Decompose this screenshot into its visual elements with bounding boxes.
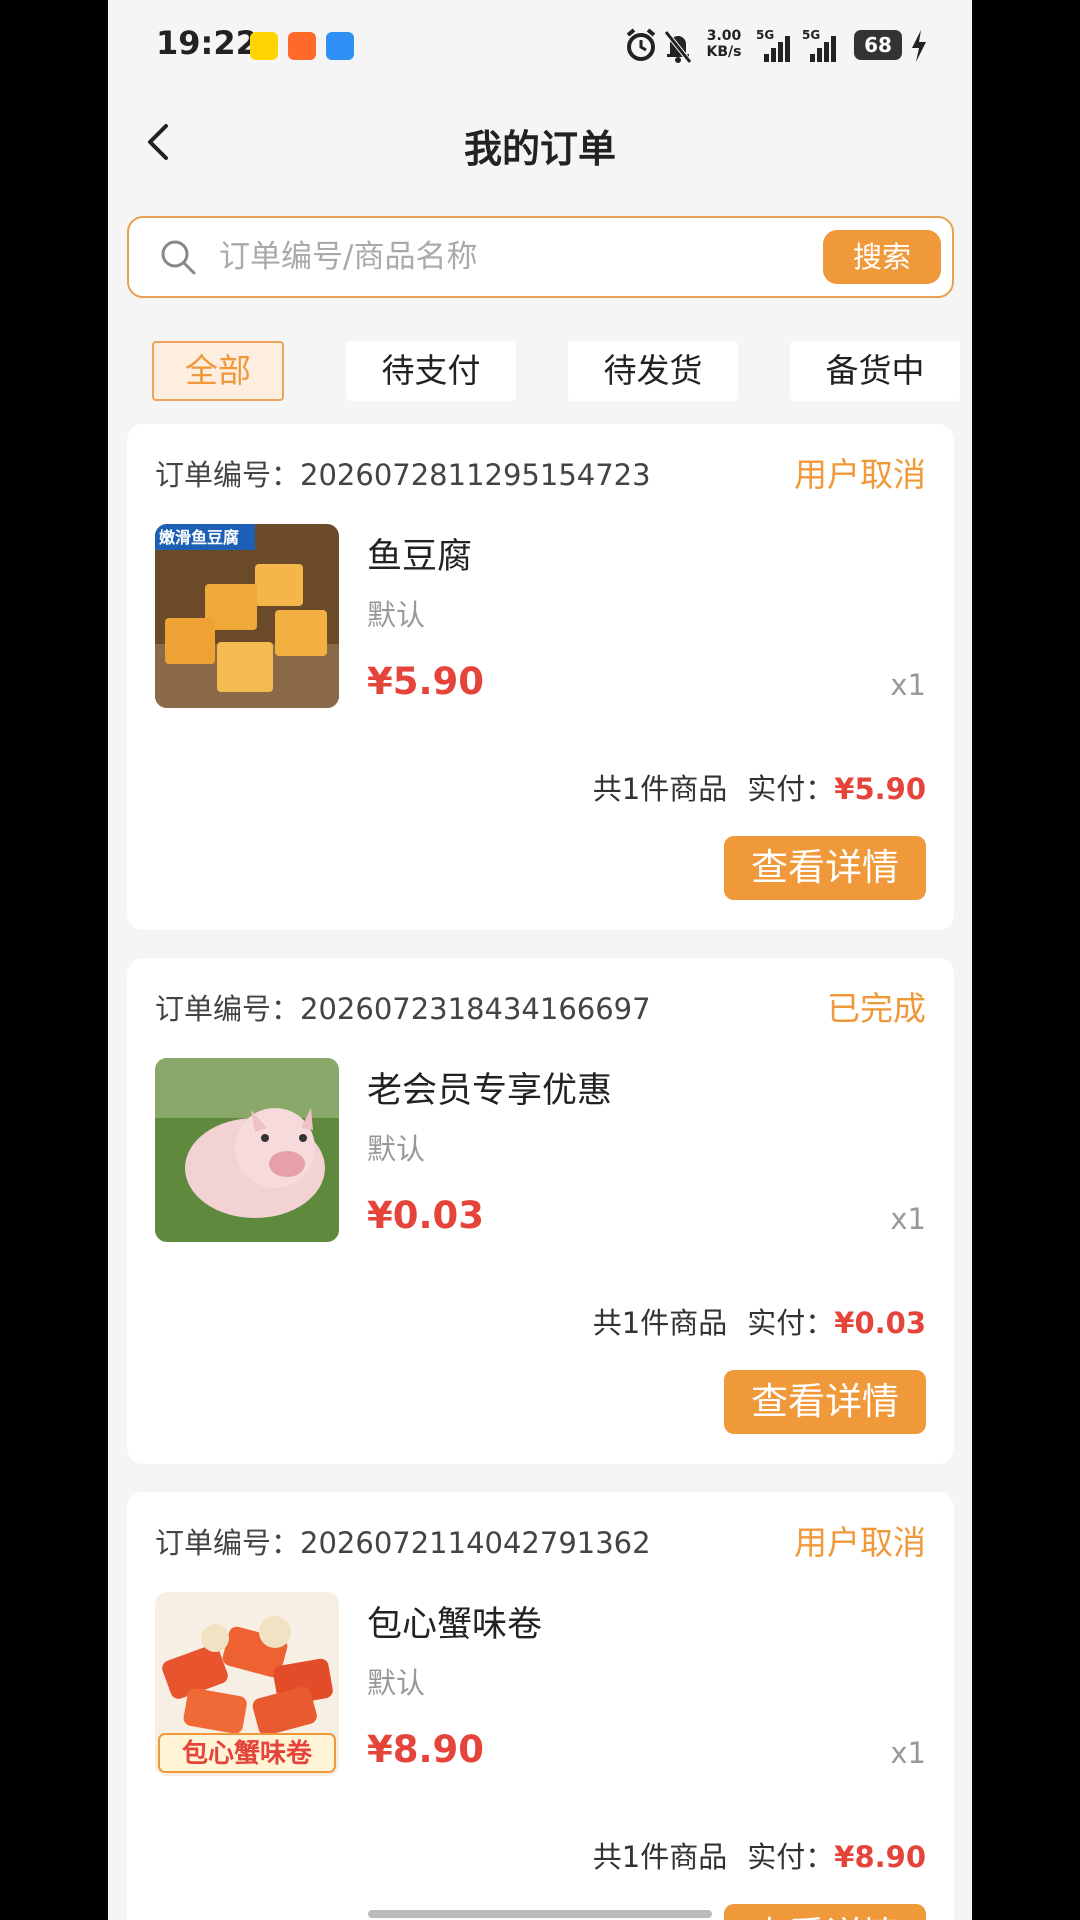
usb-icon bbox=[326, 32, 354, 60]
signal-icon bbox=[810, 36, 836, 62]
product-image bbox=[155, 1058, 339, 1242]
nav-bar: 我的订单 bbox=[108, 92, 972, 192]
order-number-label: 订单编号： bbox=[155, 992, 301, 1026]
page-title: 我的订单 bbox=[463, 127, 616, 171]
product-spec: 默认 bbox=[367, 598, 426, 632]
product-spec: 默认 bbox=[367, 1666, 426, 1700]
order-number: 订单编号：2026072318434166697 bbox=[155, 986, 651, 1028]
item-count: 共1件商品 bbox=[592, 1840, 728, 1874]
tab-all[interactable]: 全部 bbox=[152, 341, 284, 401]
paid-label: 实付： bbox=[747, 1306, 835, 1340]
paid-amount: ¥0.03 bbox=[834, 1306, 926, 1340]
search-input[interactable] bbox=[219, 232, 779, 282]
order-number-value: 2026072318434166697 bbox=[300, 992, 651, 1026]
product-name: 老会员专享优惠 bbox=[367, 1071, 613, 1111]
order-number: 订单编号：2026072114042791362 bbox=[155, 1520, 651, 1562]
app-notification-icon bbox=[250, 32, 278, 60]
order-status: 用户取消 bbox=[794, 455, 926, 494]
order-number: 订单编号：2026072811295154723 bbox=[155, 452, 651, 494]
alarm-icon bbox=[626, 28, 656, 61]
item-count: 共1件商品 bbox=[592, 772, 728, 806]
tab-pending-shipment[interactable]: 待发货 bbox=[568, 341, 738, 401]
product-price: ¥5.90 bbox=[367, 660, 485, 703]
search-button[interactable]: 搜索 bbox=[823, 230, 941, 284]
thumb-label: 包心蟹味卷 bbox=[182, 1738, 313, 1769]
net-speed-value: 3.00 bbox=[706, 28, 742, 44]
app-notification-icon bbox=[288, 32, 316, 60]
product-quantity: x1 bbox=[890, 1736, 926, 1770]
order-card[interactable]: 订单编号：2026072114042791362 用户取消 包心蟹味卷 包心蟹味… bbox=[127, 1492, 954, 1920]
product-image: 嫩滑鱼豆腐 bbox=[155, 524, 339, 708]
paid-label: 实付： bbox=[747, 772, 835, 806]
product-name: 包心蟹味卷 bbox=[367, 1605, 543, 1645]
view-details-button[interactable]: 查看详情 bbox=[724, 836, 926, 900]
screen: 19:22 3.00 KB/s 5G 5G 68 我的订单 订单编号/商品名称 … bbox=[108, 0, 972, 1920]
order-summary: 共1件商品 实付：¥5.90 bbox=[593, 766, 926, 808]
signal-icon bbox=[764, 36, 790, 62]
battery-indicator: 68 bbox=[854, 30, 902, 60]
product-image: 包心蟹味卷 bbox=[155, 1592, 339, 1776]
paid-label: 实付： bbox=[747, 1840, 835, 1874]
status-time: 19:22 bbox=[156, 24, 258, 62]
tab-preparing[interactable]: 备货中 bbox=[790, 341, 960, 401]
net-speed-unit: KB/s bbox=[706, 44, 742, 60]
search-bar: 搜索 bbox=[127, 216, 954, 298]
order-number-value: 2026072114042791362 bbox=[300, 1526, 651, 1560]
status-bar: 19:22 3.00 KB/s 5G 5G 68 bbox=[108, 0, 972, 92]
order-status: 用户取消 bbox=[794, 1523, 926, 1562]
product-price: ¥0.03 bbox=[367, 1194, 485, 1237]
paid-amount: ¥8.90 bbox=[834, 1840, 926, 1874]
view-details-button[interactable]: 查看详情 bbox=[724, 1370, 926, 1434]
order-summary: 共1件商品 实付：¥8.90 bbox=[593, 1834, 926, 1876]
product-quantity: x1 bbox=[890, 1202, 926, 1236]
product-quantity: x1 bbox=[890, 668, 926, 702]
order-status: 已完成 bbox=[827, 989, 926, 1028]
order-summary: 共1件商品 实付：¥0.03 bbox=[593, 1300, 926, 1342]
order-number-label: 订单编号： bbox=[155, 458, 301, 492]
mute-bell-icon bbox=[664, 30, 692, 64]
search-icon bbox=[161, 240, 196, 275]
paid-amount: ¥5.90 bbox=[834, 772, 926, 806]
order-number-label: 订单编号： bbox=[155, 1526, 301, 1560]
charging-icon bbox=[912, 30, 926, 62]
tab-pending-payment[interactable]: 待支付 bbox=[346, 341, 516, 401]
net-speed: 3.00 KB/s bbox=[700, 28, 748, 60]
view-details-button[interactable]: 查看详情 bbox=[724, 1904, 926, 1920]
thumb-label: 嫩滑鱼豆腐 bbox=[159, 528, 239, 547]
order-number-value: 2026072811295154723 bbox=[300, 458, 651, 492]
product-spec: 默认 bbox=[367, 1132, 426, 1166]
item-count: 共1件商品 bbox=[592, 1306, 728, 1340]
home-indicator bbox=[368, 1910, 712, 1918]
order-card[interactable]: 订单编号：2026072811295154723 用户取消 嫩滑鱼豆腐 鱼豆腐 … bbox=[127, 424, 954, 930]
order-card[interactable]: 订单编号：2026072318434166697 已完成 老会员专享优惠 默认 … bbox=[127, 958, 954, 1464]
product-price: ¥8.90 bbox=[367, 1728, 485, 1771]
product-name: 鱼豆腐 bbox=[367, 537, 473, 577]
